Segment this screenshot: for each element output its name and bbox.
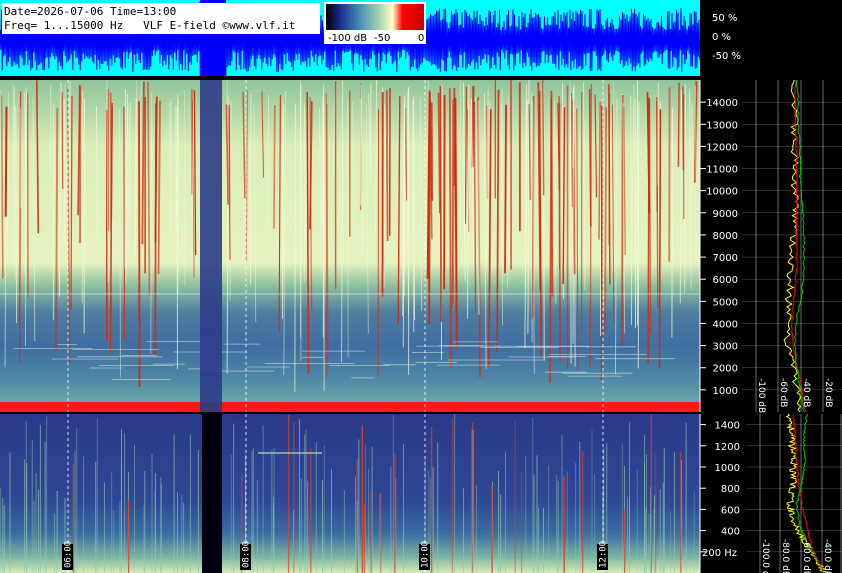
- spectrogram-streak: [542, 80, 545, 196]
- colorbar-label-mid: -50: [374, 33, 390, 44]
- spectrogram-streak: [677, 82, 680, 167]
- spectrogram-streak: [528, 104, 531, 201]
- main-spectrogram: [0, 79, 700, 412]
- low-spectrogram-gap: [202, 414, 222, 573]
- profile-x-tick-label: -60 dB: [778, 378, 788, 407]
- time-label: 06:00: [64, 541, 74, 568]
- main-y-tick-label: 14000: [706, 98, 738, 109]
- low-spectrogram: [0, 414, 700, 573]
- profile-x-tick-label: -40.0 dB: [822, 539, 832, 573]
- low-y-tick-label: 200 Hz: [702, 548, 737, 559]
- spectrogram-streak: [448, 88, 452, 368]
- main-y-tick-label: 2000: [713, 364, 738, 375]
- time-label: 08:00: [242, 541, 252, 568]
- spectrogram-streak: [61, 92, 64, 190]
- spectrogram-streak: [504, 104, 508, 274]
- spectrogram-streak: [471, 85, 475, 168]
- main-y-tick-label: 1000: [713, 386, 738, 397]
- spectrogram-streak: [123, 106, 126, 340]
- main-y-tick-label: 6000: [713, 275, 738, 286]
- colorbar-gradient: [326, 4, 424, 30]
- spectrogram-streak: [273, 104, 276, 229]
- header-freq-info: Freq= 1...15000 Hz VLF E-field ©www.vlf.…: [4, 19, 295, 32]
- waveform-axis-label-mid: 0 %: [712, 32, 731, 43]
- vlf-spectrogram-chart: Date=2026-07-06 Time=13:00 Freq= 1...150…: [0, 0, 842, 573]
- waveform-axis-label-top: 50 %: [712, 13, 737, 24]
- main-spectrogram-gap: [200, 80, 222, 412]
- low-y-tick-label: 800: [721, 484, 740, 495]
- spectrogram-streak: [550, 90, 554, 297]
- spectrogram-streak: [451, 99, 454, 309]
- spectrogram-streak: [439, 86, 442, 322]
- low-y-tick-label: 400: [721, 527, 740, 538]
- low-y-tick-label: 1400: [715, 421, 740, 432]
- main-y-tick-label: 12000: [706, 142, 738, 153]
- spectrogram-streak: [385, 90, 389, 242]
- spectrogram-streak: [443, 95, 446, 290]
- profile-x-tick-label: -80.0 dB: [780, 539, 790, 573]
- waveform-axis: 50 % 0 % -50 %: [712, 13, 741, 62]
- profile-x-tick-label: -100.0 dB: [760, 539, 770, 573]
- main-y-tick-label: 5000: [713, 297, 738, 308]
- spectrogram-streak: [621, 94, 624, 346]
- spectrogram-low-band: [0, 402, 700, 412]
- spectrogram-streak: [604, 107, 608, 333]
- main-y-tick-label: 10000: [706, 187, 738, 198]
- main-y-tick-label: 11000: [706, 165, 738, 176]
- profile-x-tick-label: -40 dB: [801, 378, 811, 407]
- waveform-axis-label-bottom: -50 %: [712, 51, 741, 62]
- spectrogram-streak: [570, 95, 572, 364]
- low-y-tick-label: 1200: [715, 442, 740, 453]
- colorbar-label-max: 0: [418, 33, 424, 44]
- main-y-tick-label: 9000: [713, 209, 738, 220]
- header-date-time: Date=2026-07-06 Time=13:00: [4, 5, 176, 18]
- profile-x-tick-label: -60.0 dB: [801, 539, 811, 573]
- colorbar-label-min: -100 dB: [328, 33, 367, 44]
- colorbar: -100 dB -50 0: [324, 2, 426, 44]
- header-box: Date=2026-07-06 Time=13:00 Freq= 1...150…: [2, 3, 320, 34]
- spectrogram-streak: [4, 106, 8, 217]
- main-y-tick-label: 13000: [706, 120, 738, 131]
- spectrogram-streak: [325, 93, 328, 378]
- main-y-tick-label: 8000: [713, 231, 738, 242]
- profile-x-tick-label: -100 dB: [756, 378, 766, 413]
- low-frequency-axis: 200 Hz 400 600 800 1000 1200 1400: [699, 414, 842, 573]
- low-y-tick-label: 600: [721, 505, 740, 516]
- spectrogram-streak: [138, 101, 141, 388]
- spectrogram-streak: [647, 97, 651, 364]
- spectrogram-streak: [55, 107, 59, 351]
- profile-x-tick-label: -20 dB: [823, 378, 833, 407]
- low-y-tick-label: 1000: [715, 463, 740, 474]
- time-label: 10:00: [421, 541, 431, 568]
- main-y-tick-label: 7000: [713, 253, 738, 264]
- main-y-tick-label: 4000: [713, 319, 738, 330]
- main-y-tick-label: 3000: [713, 342, 738, 353]
- main-frequency-axis: 1000 2000 3000 4000 5000 6000 7000 8000 9000 1000…: [699, 80, 842, 413]
- time-label: 12:00: [599, 541, 609, 568]
- spectrogram-streak: [658, 109, 662, 369]
